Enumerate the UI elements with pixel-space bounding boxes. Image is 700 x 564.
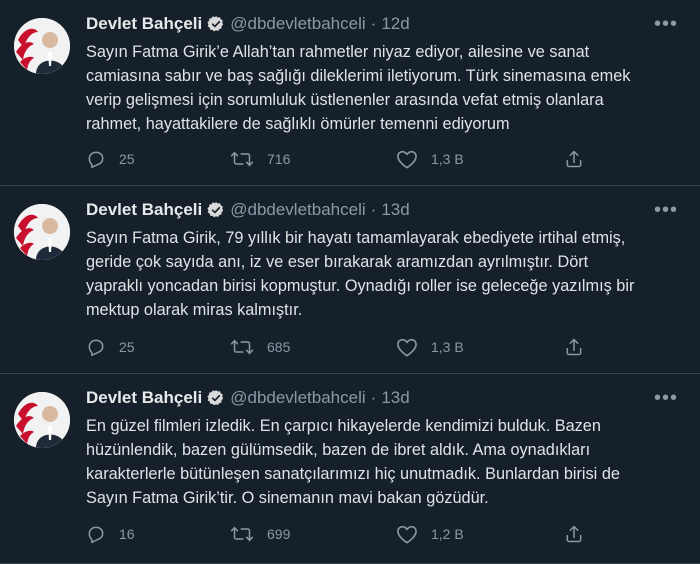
tweet-text-line: camiasına sabır ve baş sağlığı dilekleri… [86, 67, 631, 85]
retweet-count: 716 [267, 151, 291, 167]
reply-icon [86, 524, 106, 544]
tweet[interactable]: Devlet Bahçeli @dbdevletbahceli · 12d ••… [0, 0, 700, 186]
author-handle[interactable]: @dbdevletbahceli [230, 388, 365, 408]
tweet-text: Sayın Fatma Girik’e Allah’tan rahmetler … [86, 40, 686, 136]
tweet[interactable]: Devlet Bahçeli @dbdevletbahceli · 13d ••… [0, 374, 700, 564]
author-handle[interactable]: @dbdevletbahceli [230, 200, 365, 220]
reply-count: 25 [119, 339, 135, 355]
retweet-icon [230, 524, 254, 544]
share-button[interactable] [564, 524, 584, 544]
heart-icon [396, 149, 418, 169]
tweet-actions: 25 716 1,3 B [86, 149, 586, 173]
separator-dot: · [370, 388, 377, 407]
tweet-text-line: Sayın Fatma Girik, 79 yıllık bir hayatı … [86, 229, 626, 247]
like-count: 1,2 B [431, 526, 464, 542]
retweet-count: 685 [267, 339, 291, 355]
like-button[interactable]: 1,3 B [396, 337, 464, 357]
more-icon[interactable]: ••• [654, 388, 678, 408]
share-icon [564, 337, 584, 357]
verified-badge-icon [207, 389, 225, 407]
tweet-time[interactable]: 13d [381, 388, 409, 408]
tweet-text-line: yapraklı yoncadan birisi kopmuştur. Oyna… [86, 277, 635, 295]
tweet-text-line: rahmet, hayattakilere de sağlıklı ömürle… [86, 115, 510, 133]
reply-icon [86, 337, 106, 357]
share-button[interactable] [564, 149, 584, 169]
tweet-text-line: karakterlerle bütünleşen sanatçılarımızı… [86, 465, 620, 483]
author-name[interactable]: Devlet Bahçeli [86, 14, 202, 34]
more-icon[interactable]: ••• [654, 200, 678, 220]
tweet-feed: Devlet Bahçeli @dbdevletbahceli · 12d ••… [0, 0, 700, 564]
tweet-text-line: Sayın Fatma Girik’tir. O sinemanın mavi … [86, 489, 489, 507]
tweet-time[interactable]: 12d [381, 14, 409, 34]
share-button[interactable] [564, 337, 584, 357]
retweet-icon [230, 149, 254, 169]
reply-button[interactable]: 25 [86, 149, 135, 169]
verified-badge-icon [207, 201, 225, 219]
retweet-button[interactable]: 716 [230, 149, 290, 169]
tweet-text: En güzel filmleri izledik. En çarpıcı hi… [86, 414, 686, 510]
retweet-button[interactable]: 685 [230, 337, 290, 357]
share-icon [564, 524, 584, 544]
reply-button[interactable]: 16 [86, 524, 135, 544]
share-icon [564, 149, 584, 169]
like-button[interactable]: 1,2 B [396, 524, 464, 544]
more-icon[interactable]: ••• [654, 14, 678, 34]
reply-count: 16 [119, 526, 135, 542]
tweet-text-line: verip gelişmesi için sorumluluk üstlenen… [86, 91, 604, 109]
tweet-text-line: mektup olarak miras kalmıştır. [86, 301, 303, 319]
tweet-header: Devlet Bahçeli @dbdevletbahceli · 12d [86, 14, 410, 34]
tweet-text-line: hüzünlendik, bazen gülümsedik, bazen de … [86, 441, 591, 459]
avatar[interactable] [14, 18, 70, 74]
retweet-button[interactable]: 699 [230, 524, 290, 544]
tweet-time[interactable]: 13d [381, 200, 409, 220]
verified-badge-icon [207, 15, 225, 33]
like-button[interactable]: 1,3 B [396, 149, 464, 169]
author-handle[interactable]: @dbdevletbahceli [230, 14, 365, 34]
avatar[interactable] [14, 204, 70, 260]
heart-icon [396, 337, 418, 357]
avatar[interactable] [14, 392, 70, 448]
retweet-count: 699 [267, 526, 291, 542]
separator-dot: · [370, 200, 377, 219]
like-count: 1,3 B [431, 151, 464, 167]
author-name[interactable]: Devlet Bahçeli [86, 388, 202, 408]
separator-dot: · [370, 14, 377, 33]
tweet-header: Devlet Bahçeli @dbdevletbahceli · 13d [86, 200, 410, 220]
tweet-header: Devlet Bahçeli @dbdevletbahceli · 13d [86, 388, 410, 408]
retweet-icon [230, 337, 254, 357]
tweet-text-line: En güzel filmleri izledik. En çarpıcı hi… [86, 417, 601, 435]
tweet-actions: 16 699 1,2 B [86, 524, 586, 548]
heart-icon [396, 524, 418, 544]
reply-icon [86, 149, 106, 169]
author-name[interactable]: Devlet Bahçeli [86, 200, 202, 220]
tweet-text-line: geride çok sayıda anı, iz ve eser bıraka… [86, 253, 589, 271]
tweet-text-line: Sayın Fatma Girik’e Allah’tan rahmetler … [86, 43, 590, 61]
tweet-text: Sayın Fatma Girik, 79 yıllık bir hayatı … [86, 226, 686, 322]
tweet[interactable]: Devlet Bahçeli @dbdevletbahceli · 13d ••… [0, 186, 700, 374]
like-count: 1,3 B [431, 339, 464, 355]
reply-button[interactable]: 25 [86, 337, 135, 357]
reply-count: 25 [119, 151, 135, 167]
tweet-actions: 25 685 1,3 B [86, 337, 586, 361]
